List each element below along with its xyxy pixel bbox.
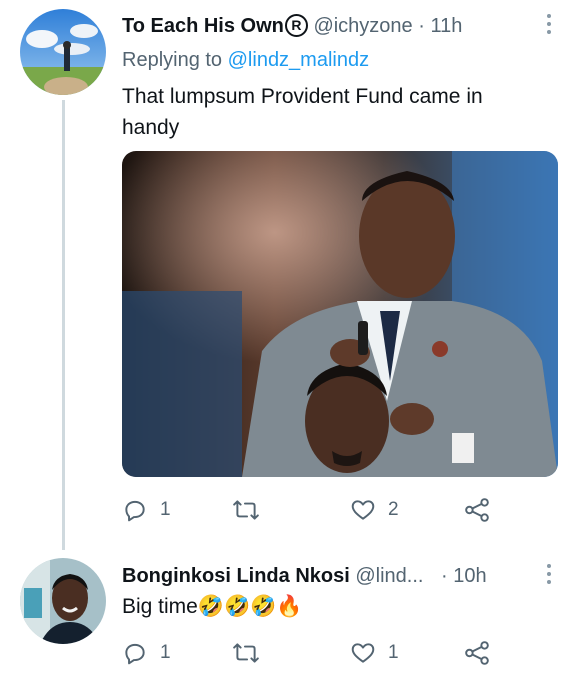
reply-icon <box>125 643 145 665</box>
tweet-actions: 1 1 <box>122 639 542 667</box>
retweet-icon <box>233 643 259 663</box>
registered-icon: R <box>284 14 308 37</box>
retweet-button[interactable] <box>232 496 272 524</box>
like-button[interactable]: 1 <box>350 639 399 667</box>
more-icon[interactable] <box>546 564 552 584</box>
reply-count: 1 <box>160 499 171 520</box>
thread-line <box>62 100 65 550</box>
separator: · <box>418 15 425 37</box>
separator: · <box>441 565 448 587</box>
timestamp[interactable]: 11h <box>430 15 462 37</box>
reply-icon <box>125 500 145 522</box>
reply-count: 1 <box>160 642 171 663</box>
handle[interactable]: @lind... <box>355 565 423 587</box>
tweet[interactable]: To Each His Own R @ichyzone · 11h Replyin… <box>0 0 576 550</box>
handle[interactable]: @ichyzone <box>313 15 412 37</box>
more-icon[interactable] <box>546 14 552 34</box>
replying-to-label: Replying to <box>122 49 223 71</box>
tweet-text: That lumpsum Provident Fund came in hand… <box>122 81 483 143</box>
replying-to: Replying to @lindz_malindz <box>122 47 369 73</box>
share-icon <box>465 641 489 665</box>
avatar[interactable] <box>20 9 106 95</box>
tweet-text-line: That lumpsum Provident Fund came in <box>122 85 483 108</box>
display-name[interactable]: Bonginkosi Linda Nkosi <box>122 565 350 587</box>
avatar[interactable] <box>20 558 106 644</box>
share-icon <box>465 498 489 522</box>
reply-button[interactable]: 1 <box>122 639 171 667</box>
tweet-text-line: handy <box>122 116 180 139</box>
tweet-text: Big time🤣🤣🤣🔥 <box>122 595 303 618</box>
share-button[interactable] <box>464 496 490 524</box>
retweet-button[interactable] <box>232 639 272 667</box>
like-count: 1 <box>388 642 399 663</box>
tweet-header: To Each His Own R @ichyzone · 11h <box>122 13 462 39</box>
timestamp[interactable]: 10h <box>453 565 486 587</box>
like-count: 2 <box>388 499 399 520</box>
share-button[interactable] <box>464 639 490 667</box>
mention-link[interactable]: @lindz_malindz <box>228 49 369 71</box>
like-icon <box>351 643 375 663</box>
retweet-icon <box>233 500 259 520</box>
tweet-photo[interactable] <box>122 151 558 477</box>
like-icon <box>351 500 375 520</box>
reply-button[interactable]: 1 <box>122 496 171 524</box>
tweet-header: Bonginkosi Linda Nkosi @lind... · 10h <box>122 563 487 589</box>
display-name[interactable]: To Each His Own <box>122 15 284 37</box>
like-button[interactable]: 2 <box>350 496 399 524</box>
tweet-actions: 1 2 <box>122 496 542 524</box>
tweet[interactable]: Bonginkosi Linda Nkosi @lind... · 10h Bi… <box>0 545 576 675</box>
